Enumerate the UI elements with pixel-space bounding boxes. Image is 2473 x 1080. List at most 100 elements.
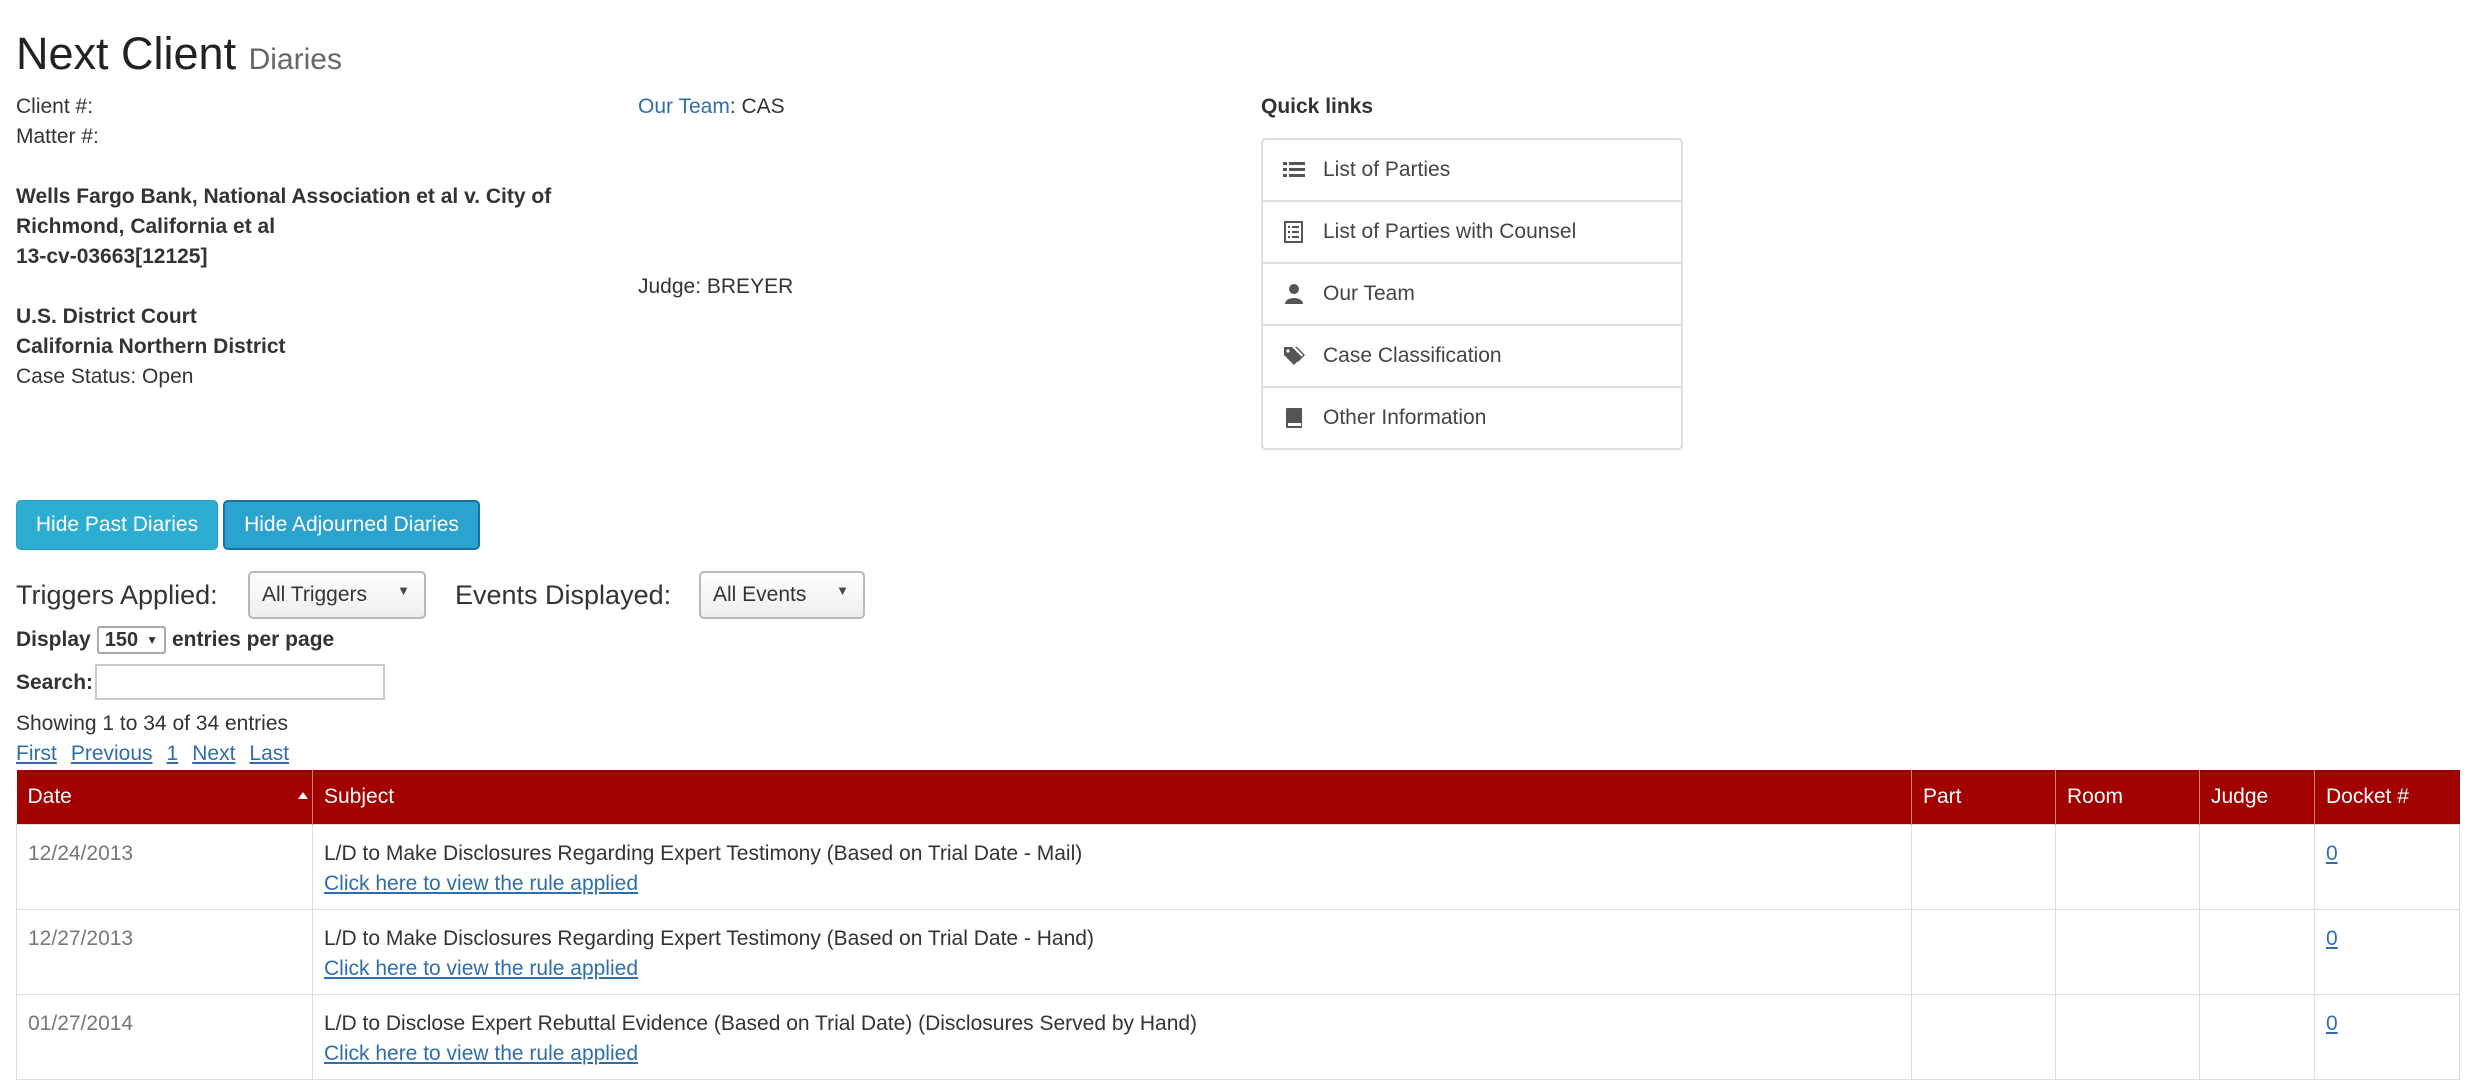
quick-link-label: List of Parties with Counsel <box>1323 220 1577 243</box>
triggers-applied-select[interactable]: All Triggers ▼ <box>248 571 426 619</box>
table-row: 12/27/2013 L/D to Make Disclosures Regar… <box>16 908 2460 995</box>
diaries-table: Date Subject Part Room Judge Docket # 12… <box>16 770 2460 1080</box>
quick-link-label: Our Team <box>1323 282 1415 305</box>
quick-link-list-of-parties[interactable]: List of Parties <box>1263 140 1681 200</box>
entries-per-page-select[interactable]: 150 ▼ <box>96 626 166 654</box>
judge-name: Judge: BREYER <box>638 275 794 298</box>
column-header-judge[interactable]: Judge <box>2199 770 2315 824</box>
cell-part <box>1911 993 2056 1080</box>
our-team-value: : CAS <box>729 95 785 118</box>
quick-links-title: Quick links <box>1261 95 1374 118</box>
page-title-main: Next Client <box>16 28 237 79</box>
pagination-last-link[interactable]: Last <box>249 742 289 765</box>
column-header-date[interactable]: Date <box>16 770 313 824</box>
table-row: 01/27/2014 L/D to Disclose Expert Rebutt… <box>16 993 2460 1080</box>
quick-link-parties-with-counsel[interactable]: List of Parties with Counsel <box>1263 200 1681 262</box>
pagination-page-1-link[interactable]: 1 <box>167 742 179 765</box>
cell-docket: 0 <box>2314 823 2460 910</box>
cell-date: 12/27/2013 <box>16 908 313 995</box>
docket-link[interactable]: 0 <box>2326 1012 2338 1035</box>
sort-ascending-icon <box>298 792 308 799</box>
subject-text: L/D to Disclose Expert Rebuttal Evidence… <box>324 1011 1198 1035</box>
our-team: Our Team: CAS <box>638 92 785 122</box>
case-info: Client #: Matter #: Wells Fargo Bank, Na… <box>16 92 616 392</box>
column-header-docket[interactable]: Docket # <box>2314 770 2460 824</box>
cell-room <box>2055 908 2200 995</box>
pagination-next-link[interactable]: Next <box>192 742 235 765</box>
column-header-label: Room <box>2067 784 2124 808</box>
docket-link[interactable]: 0 <box>2326 842 2338 865</box>
quick-link-label: List of Parties <box>1323 158 1451 181</box>
column-header-label: Docket # <box>2326 784 2409 808</box>
entries-info: Showing 1 to 34 of 34 entries <box>16 712 289 735</box>
quick-link-case-classification[interactable]: Case Classification <box>1263 324 1681 386</box>
table-header-row: Date Subject Part Room Judge Docket # <box>16 770 2460 824</box>
case-status: Case Status: Open <box>16 365 194 388</box>
events-displayed-label: Events Displayed: <box>455 580 672 610</box>
column-header-label: Judge <box>2211 784 2269 808</box>
cell-part <box>1911 823 2056 910</box>
quick-link-other-information[interactable]: Other Information <box>1263 386 1681 448</box>
subject-text: L/D to Make Disclosures Regarding Expert… <box>324 841 1083 865</box>
quick-link-label: Other Information <box>1323 406 1487 429</box>
table-row: 12/24/2013 L/D to Make Disclosures Regar… <box>16 823 2460 910</box>
quick-link-label: Case Classification <box>1323 344 1502 367</box>
court-district: California Northern District <box>16 335 286 358</box>
hide-adjourned-diaries-button[interactable]: Hide Adjourned Diaries <box>223 500 480 550</box>
cell-subject: L/D to Make Disclosures Regarding Expert… <box>312 908 1912 995</box>
view-rule-link[interactable]: Click here to view the rule applied <box>324 872 638 895</box>
column-header-label: Date <box>27 784 72 808</box>
triggers-applied-label: Triggers Applied: <box>16 580 218 610</box>
column-header-room[interactable]: Room <box>2055 770 2200 824</box>
cell-subject: L/D to Disclose Expert Rebuttal Evidence… <box>312 993 1912 1080</box>
page-title: Next Client Diaries <box>16 22 342 92</box>
view-rule-link[interactable]: Click here to view the rule applied <box>324 1042 638 1065</box>
cell-judge <box>2199 823 2315 910</box>
court-name: U.S. District Court <box>16 305 197 328</box>
pagination-previous-link[interactable]: Previous <box>71 742 153 765</box>
pagination: First Previous 1 Next Last <box>16 739 303 769</box>
tags-icon <box>1283 345 1305 367</box>
case-name-line1: Wells Fargo Bank, National Association e… <box>16 185 552 208</box>
docket-link[interactable]: 0 <box>2326 927 2338 950</box>
events-displayed-select[interactable]: All Events ▼ <box>699 571 865 619</box>
page: Next Client Diaries Client #: Matter #: … <box>0 0 2473 1080</box>
cell-date: 12/24/2013 <box>16 823 313 910</box>
entries-suffix-label: entries per page <box>171 628 335 651</box>
column-header-subject[interactable]: Subject <box>312 770 1912 824</box>
subject-text: L/D to Make Disclosures Regarding Expert… <box>324 926 1094 950</box>
cell-part <box>1911 908 2056 995</box>
cell-judge <box>2199 908 2315 995</box>
display-label: Display <box>16 628 91 651</box>
entries-selected-value: 150 <box>104 629 139 651</box>
quick-links-list: List of Parties List of Parties with Cou… <box>1261 138 1683 450</box>
book-icon <box>1283 407 1305 429</box>
dropdown-caret-icon: ▼ <box>397 583 410 598</box>
cell-room <box>2055 823 2200 910</box>
cell-docket: 0 <box>2314 908 2460 995</box>
matter-number-label: Matter #: <box>16 125 99 148</box>
column-header-label: Subject <box>324 784 395 808</box>
search-input[interactable] <box>95 664 385 700</box>
dropdown-caret-icon: ▼ <box>836 583 849 598</box>
document-list-icon <box>1283 221 1305 243</box>
user-icon <box>1283 283 1305 305</box>
cell-judge <box>2199 993 2315 1080</box>
column-header-part[interactable]: Part <box>1911 770 2056 824</box>
events-selected-value: All Events <box>713 583 807 606</box>
quick-link-our-team[interactable]: Our Team <box>1263 262 1681 324</box>
view-rule-link[interactable]: Click here to view the rule applied <box>324 957 638 980</box>
cell-subject: L/D to Make Disclosures Regarding Expert… <box>312 823 1912 910</box>
page-subtitle: Diaries <box>248 43 342 76</box>
search-label: Search: <box>16 671 94 694</box>
cell-date: 01/27/2014 <box>16 993 313 1080</box>
case-number: 13-cv-03663[12125] <box>16 245 208 268</box>
hide-past-diaries-button[interactable]: Hide Past Diaries <box>16 500 218 550</box>
cell-docket: 0 <box>2314 993 2460 1080</box>
pagination-first-link[interactable]: First <box>16 742 57 765</box>
our-team-link[interactable]: Our Team <box>638 95 730 118</box>
triggers-selected-value: All Triggers <box>262 583 368 606</box>
list-icon <box>1283 159 1305 181</box>
entries-per-page-control: Display 150 ▼ entries per page <box>16 624 334 656</box>
column-header-label: Part <box>1923 784 1962 808</box>
